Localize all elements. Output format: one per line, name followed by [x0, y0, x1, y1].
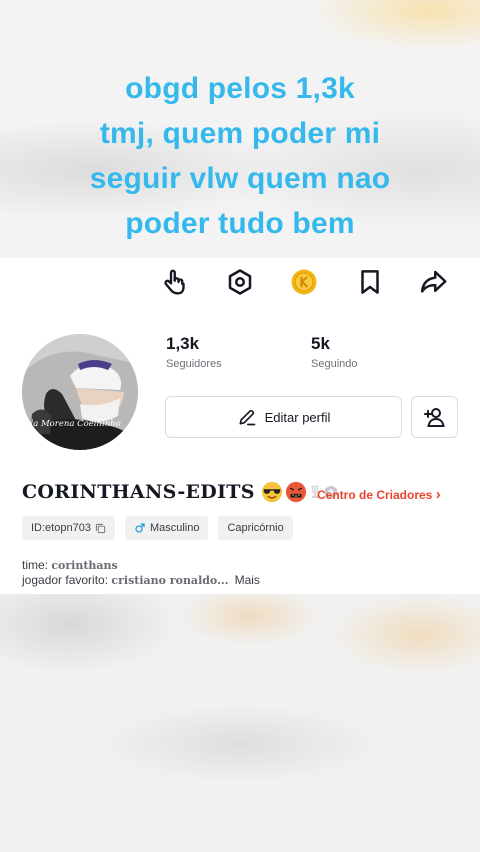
- avatar-watermark: a da Morena Coelhinho: [22, 419, 121, 429]
- profile-toolbar: [0, 264, 480, 306]
- edit-profile-button[interactable]: Editar perfil: [165, 396, 402, 438]
- bio-more-link[interactable]: Mais: [235, 573, 260, 587]
- followers-label: Seguidores: [166, 358, 222, 370]
- creator-center-link[interactable]: Centro de Criadores ›: [317, 486, 441, 503]
- profile-bio[interactable]: time: corinthans jogador favorito: crist…: [22, 558, 260, 588]
- bio-label: jogador favorito:: [22, 573, 112, 587]
- bio-line-player: jogador favorito: cristiano ronaldo... Ma…: [22, 573, 260, 588]
- copy-icon[interactable]: [95, 523, 106, 534]
- video-caption: obgd pelos 1,3k tmj, quem poder mi segui…: [0, 66, 480, 246]
- followers-count: 1,3k: [166, 334, 200, 353]
- bio-line-team: time: corinthans: [22, 558, 260, 573]
- chevron-right-icon: ›: [435, 486, 441, 503]
- pencil-icon: [239, 409, 255, 426]
- avatar[interactable]: a da Morena Coelhinho: [22, 334, 138, 450]
- caption-line: tmj, quem poder mi: [99, 117, 381, 150]
- gear-icon[interactable]: [222, 264, 258, 300]
- male-symbol-icon: [135, 523, 145, 533]
- display-name: CORINTHANS-EDITS: [22, 481, 255, 503]
- user-id-text: ID:etopn703: [31, 522, 91, 534]
- edit-profile-label: Editar perfil: [264, 409, 331, 425]
- following-stat[interactable]: 5k Seguindo: [311, 334, 431, 370]
- caption-line: obgd pelos 1,3k: [125, 72, 355, 105]
- following-count: 5k: [311, 334, 330, 353]
- blurred-background-bottom: [0, 594, 480, 852]
- gender-text: Masculino: [149, 522, 200, 534]
- share-icon[interactable]: [416, 264, 452, 300]
- creator-center-label: Centro de Criadores: [317, 488, 433, 502]
- zodiac-tag: Capricórnio: [218, 516, 293, 540]
- bookmark-icon[interactable]: [352, 264, 388, 300]
- following-label: Seguindo: [311, 358, 358, 370]
- caption-line: poder tudo bem: [125, 207, 355, 240]
- add-user-icon: [423, 408, 445, 427]
- user-id-tag[interactable]: ID:etopn703: [22, 516, 115, 540]
- tap-hand-icon[interactable]: [158, 264, 194, 300]
- caption-line: seguir vlw quem nao: [89, 162, 391, 195]
- bio-value: corinthans: [51, 559, 118, 572]
- sunglasses-emoji-icon: [261, 481, 282, 503]
- bio-value: cristiano ronaldo...: [111, 574, 229, 587]
- bio-label: time:: [22, 558, 52, 572]
- cursing-face-icon: [285, 481, 306, 503]
- profile-tags: ID:etopn703 Masculino Capricórnio: [22, 516, 293, 540]
- followers-stat[interactable]: 1,3k Seguidores: [166, 334, 286, 370]
- zodiac-text: Capricórnio: [227, 522, 284, 534]
- display-name-row: CORINTHANS-EDITS: [22, 479, 339, 505]
- profile-panel: a da Morena Coelhinho 1,3k Seguidores 5k…: [0, 258, 480, 594]
- coin-icon[interactable]: [286, 264, 322, 300]
- add-friend-button[interactable]: [411, 396, 458, 438]
- gender-tag: Masculino: [124, 516, 209, 540]
